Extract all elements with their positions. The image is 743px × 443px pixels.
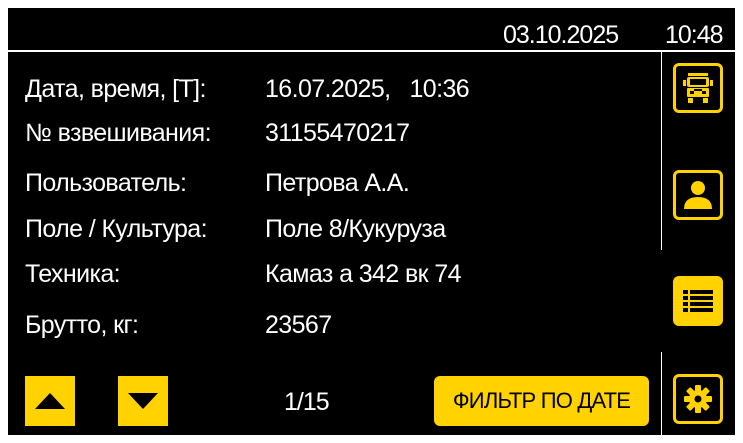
sidebar-button-list[interactable] — [673, 276, 723, 326]
filter-by-date-button[interactable]: ФИЛЬТР ПО ДАТЕ — [434, 376, 649, 426]
user-icon — [684, 181, 712, 209]
previous-record-button[interactable] — [25, 376, 75, 426]
field-value: 31155470217 — [265, 119, 410, 147]
page-indicator: 1/15 — [284, 388, 330, 416]
sidebar-button-vehicles[interactable] — [673, 63, 723, 113]
field-value: 23567 — [265, 311, 332, 339]
status-time: 10:48 — [665, 21, 724, 49]
triangle-down-icon — [128, 393, 158, 409]
field-label: Пользователь: — [25, 169, 187, 197]
field-label: Брутто, кг: — [25, 311, 139, 339]
field-value: Камаз а 342 вк 74 — [265, 260, 462, 288]
field-value: Поле 8/Кукуруза — [265, 215, 446, 243]
field-value: Петрова А.А. — [265, 169, 410, 197]
field-label: Поле / Культура: — [25, 215, 208, 243]
field-label: Дата, время, [Т]: — [25, 75, 206, 103]
gear-icon — [684, 385, 712, 413]
sidebar-button-settings[interactable] — [673, 374, 723, 424]
triangle-up-icon — [35, 393, 65, 409]
field-value: 16.07.2025, 10:36 — [265, 75, 470, 103]
weighing-record-screen: 03.10.2025 10:48 Дата, время, [Т]: 16.07… — [8, 8, 735, 435]
field-label: № взвешивания: — [25, 119, 212, 147]
sidebar-frame-top — [661, 52, 662, 250]
next-record-button[interactable] — [118, 376, 168, 426]
status-divider — [8, 50, 735, 52]
sidebar-button-user[interactable] — [673, 170, 723, 220]
sidebar-frame-bottom — [661, 352, 662, 435]
list-icon — [683, 290, 713, 312]
status-date: 03.10.2025 — [503, 21, 619, 49]
truck-icon — [683, 73, 713, 103]
field-label: Техника: — [25, 260, 121, 288]
